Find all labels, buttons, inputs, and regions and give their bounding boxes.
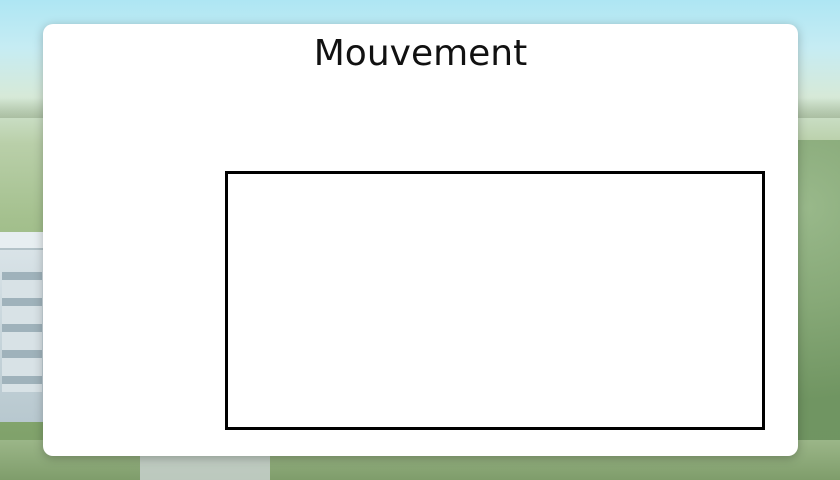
background-building-windows: [2, 272, 42, 392]
background-trees: [796, 140, 840, 480]
background-road: [140, 454, 270, 480]
movement-area[interactable]: [225, 171, 765, 430]
background-building-roof: [0, 232, 44, 250]
main-card: Mouvement: [43, 24, 798, 456]
page-title: Mouvement: [313, 33, 528, 74]
background-building: [0, 232, 44, 422]
